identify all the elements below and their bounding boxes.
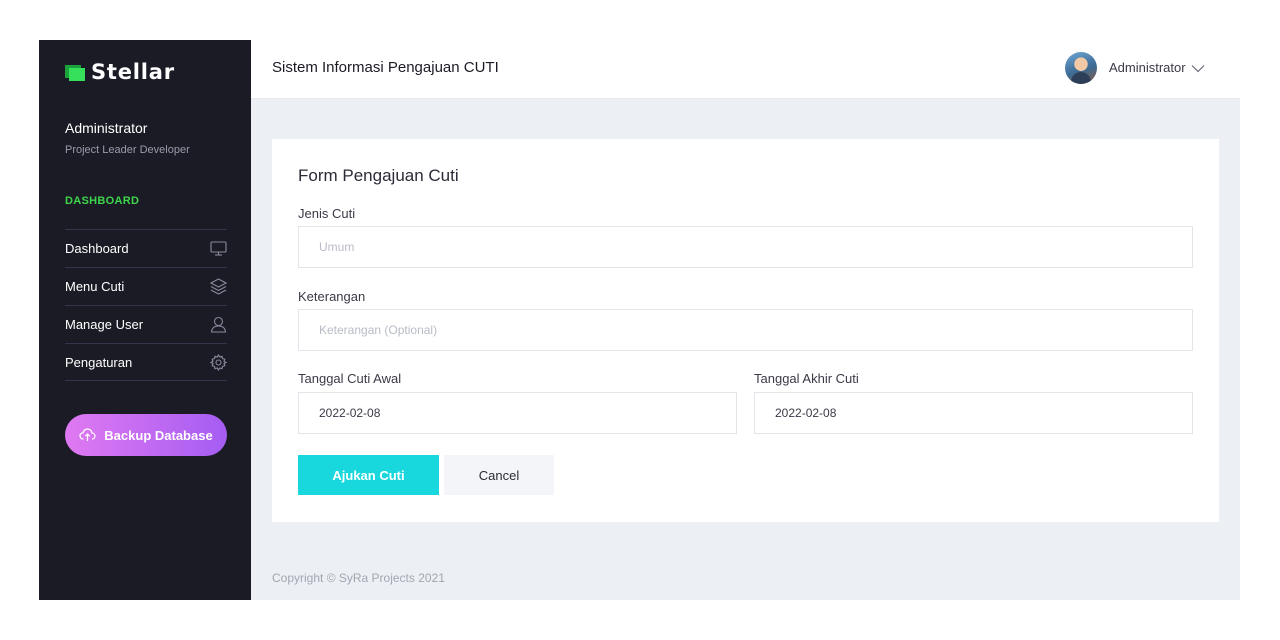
sidebar-item-label: Manage User [65, 317, 144, 332]
form-title: Form Pengajuan Cuti [298, 166, 459, 185]
backup-database-label: Backup Database [104, 427, 213, 443]
user-icon [209, 316, 227, 334]
sidebar-item-pengaturan[interactable]: Pengaturan [65, 343, 227, 381]
ajukan-cuti-button[interactable]: Ajukan Cuti [298, 455, 439, 495]
footer-copyright: Copyright © SyRa Projects 2021 [272, 571, 445, 585]
chevron-down-icon[interactable] [1191, 60, 1205, 78]
sidebar-section-title: DASHBOARD [65, 195, 140, 207]
sidebar-user-role: Project Leader Developer [65, 144, 190, 156]
sidebar-item-label: Menu Cuti [65, 279, 125, 294]
form-card: Form Pengajuan Cuti Jenis Cuti Keteranga… [272, 139, 1219, 522]
jenis-cuti-input[interactable] [298, 226, 1193, 268]
tanggal-cuti-awal-label: Tanggal Cuti Awal [298, 371, 402, 386]
avatar[interactable] [1065, 52, 1097, 84]
monitor-icon [209, 240, 227, 258]
keterangan-label: Keterangan [298, 289, 366, 304]
sidebar-user-name: Administrator [65, 120, 148, 136]
brand-logo-icon [65, 63, 87, 81]
sidebar-item-label: Pengaturan [65, 354, 133, 370]
keterangan-input[interactable] [298, 309, 1193, 351]
sidebar: Stellar Administrator Project Leader Dev… [39, 40, 251, 600]
page-title: Sistem Informasi Pengajuan CUTI [272, 59, 499, 76]
profile-name[interactable]: Administrator [1109, 60, 1186, 75]
backup-database-button[interactable]: Backup Database [65, 414, 227, 456]
layers-icon [209, 278, 227, 296]
sidebar-item-label: Dashboard [65, 241, 129, 256]
cancel-button[interactable]: Cancel [444, 455, 554, 495]
gear-icon [209, 353, 227, 371]
tanggal-akhir-cuti-input[interactable] [754, 392, 1193, 434]
brand-name: Stellar [91, 60, 175, 84]
tanggal-cuti-awal-input[interactable] [298, 392, 737, 434]
sidebar-item-menu-cuti[interactable]: Menu Cuti [65, 267, 227, 305]
sidebar-nav: Dashboard Menu Cuti Manage User Pengatur… [65, 229, 227, 381]
sidebar-item-dashboard[interactable]: Dashboard [65, 229, 227, 267]
jenis-cuti-label: Jenis Cuti [298, 206, 356, 221]
sidebar-item-manage-user[interactable]: Manage User [65, 305, 227, 343]
tanggal-akhir-cuti-label: Tanggal Akhir Cuti [754, 371, 859, 386]
cloud-upload-icon [79, 428, 96, 442]
brand[interactable]: Stellar [65, 59, 175, 85]
topbar: Sistem Informasi Pengajuan CUTI Administ… [251, 40, 1240, 99]
